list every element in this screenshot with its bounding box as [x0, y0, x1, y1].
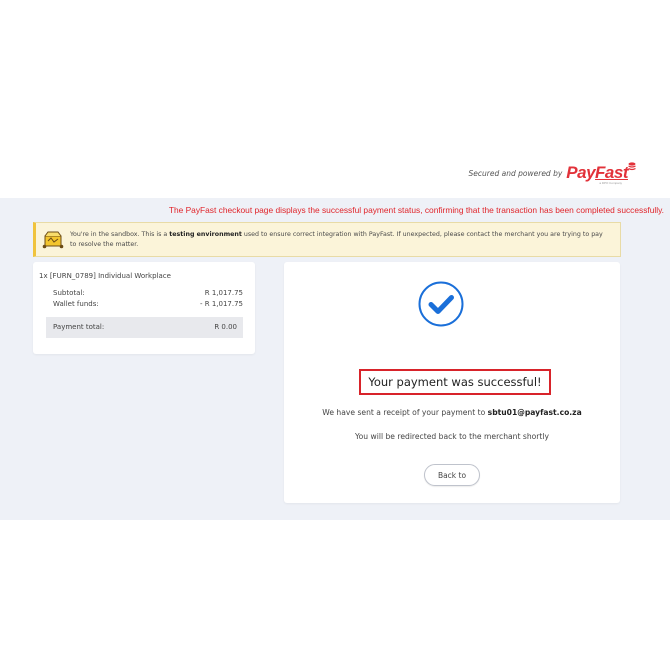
- wallet-funds-label: Wallet funds:: [53, 300, 99, 308]
- payment-success-title: Your payment was successful!: [359, 369, 551, 395]
- logo-fast: Fast: [595, 163, 628, 182]
- logo-subtitle: a DPO Company: [599, 181, 622, 185]
- subtotal-label: Subtotal:: [53, 289, 85, 297]
- wallet-funds-row: Wallet funds: - R 1,017.75: [53, 300, 243, 308]
- redirect-message: You will be redirected back to the merch…: [355, 432, 549, 441]
- logo-pay: Pay: [566, 163, 596, 182]
- back-to-merchant-button[interactable]: Back to: [424, 464, 480, 486]
- powered-by-text: Secured and powered by: [468, 168, 563, 178]
- subtotal-value: R 1,017.75: [204, 289, 243, 297]
- wallet-funds-value: - R 1,017.75: [199, 300, 243, 308]
- testing-environment-label: testing environment: [169, 231, 242, 238]
- receipt-email: sbtu01@payfast.co.za: [487, 408, 582, 417]
- powered-by-payfast: Secured and powered by PayFast a DPO Com…: [468, 162, 636, 185]
- order-item-title: 1x [FURN_0789] Individual Workplace: [39, 272, 171, 280]
- checkmark-circle-icon: [418, 281, 464, 327]
- payfast-stack-icon: [628, 162, 636, 171]
- sandbox-message: You're in the sandbox. This is a testing…: [70, 231, 603, 248]
- payfast-logo: PayFast a DPO Company: [566, 162, 636, 185]
- sandbox-banner: You're in the sandbox. This is a testing…: [33, 222, 621, 257]
- receipt-message: We have sent a receipt of your payment t…: [322, 408, 582, 417]
- annotation-caption: The PayFast checkout page displays the s…: [168, 205, 664, 215]
- order-summary-card: 1x [FURN_0789] Individual Workplace Subt…: [33, 262, 255, 354]
- payment-total-value: R 0.00: [145, 317, 243, 338]
- sandbox-icon: [42, 231, 64, 248]
- subtotal-row: Subtotal: R 1,017.75: [53, 289, 243, 297]
